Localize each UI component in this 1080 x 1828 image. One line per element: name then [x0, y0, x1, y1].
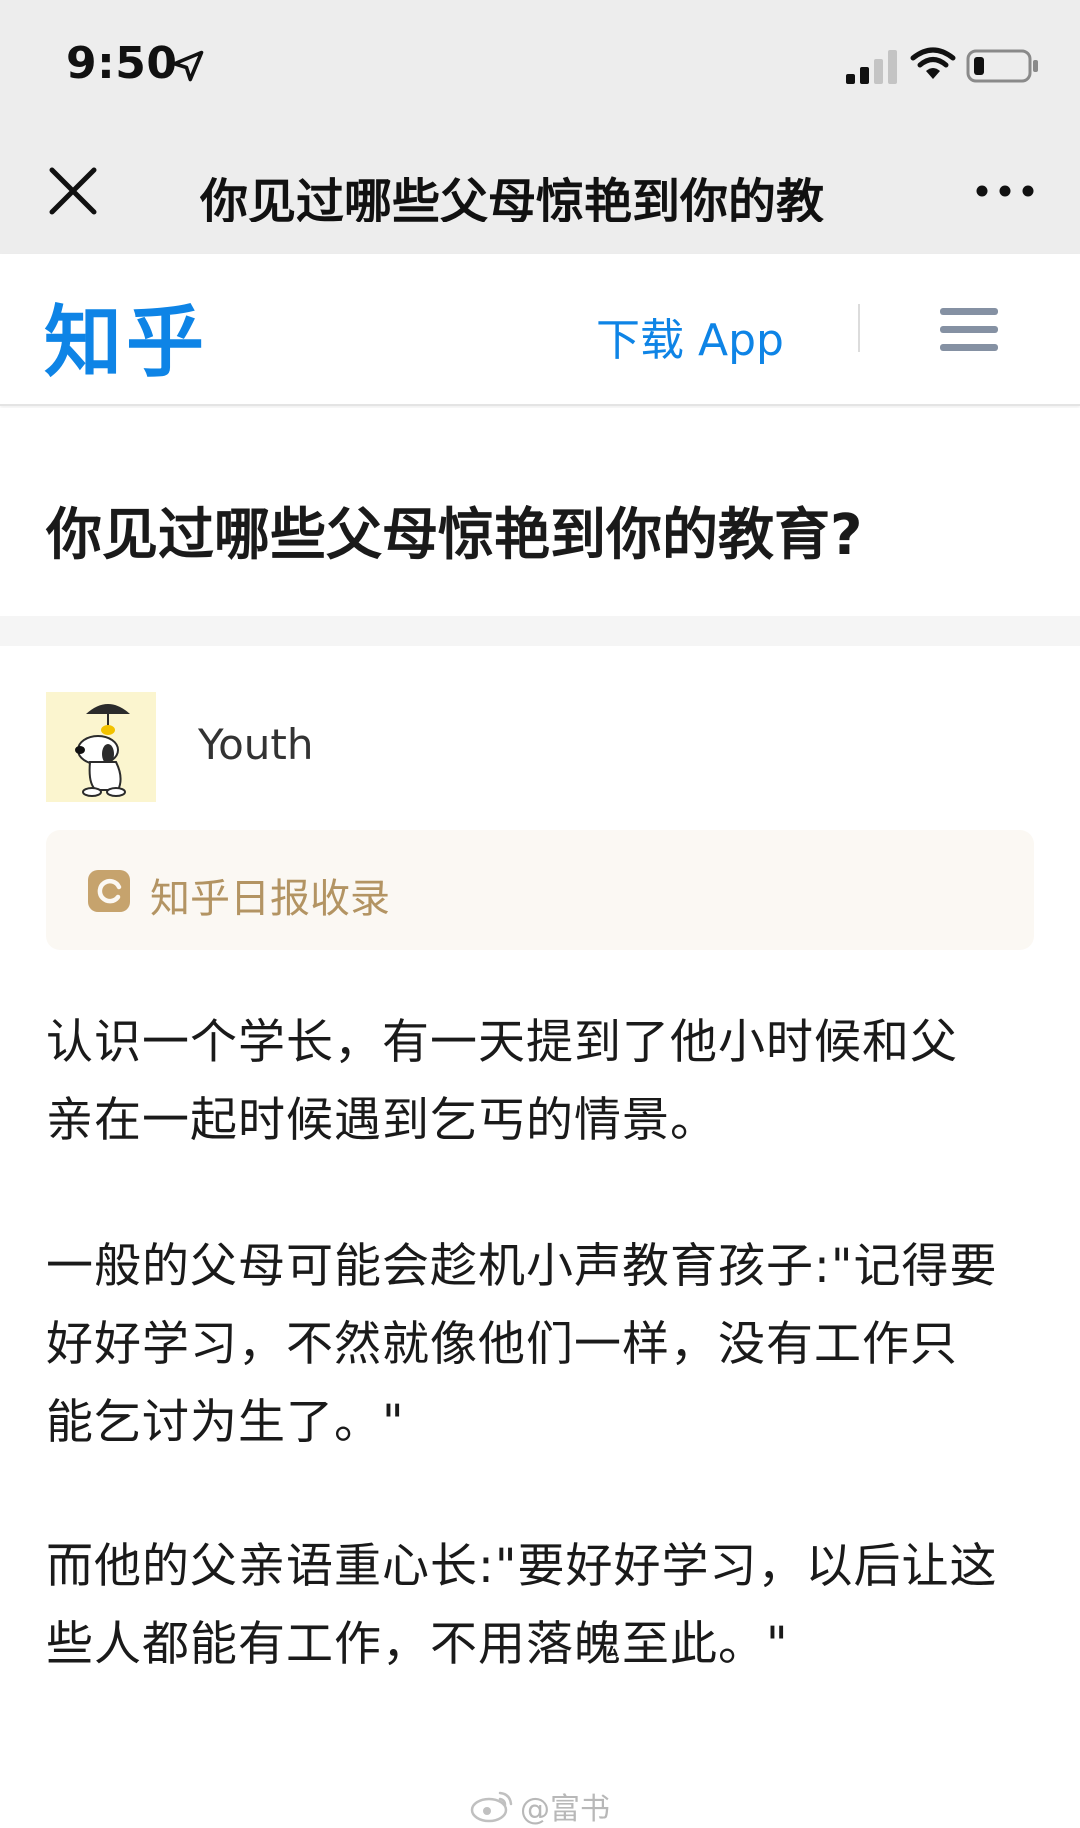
- weibo-watermark: @富书: [470, 1784, 610, 1828]
- paragraph-line: 些人都能有工作，不用落魄至此。": [46, 1617, 789, 1672]
- author-avatar[interactable]: [46, 692, 156, 802]
- paragraph-line: 亲在一起时候遇到乞丐的情景。: [46, 1093, 718, 1148]
- question-title[interactable]: 你见过哪些父母惊艳到你的教育?: [46, 490, 862, 571]
- menu-icon[interactable]: [940, 308, 998, 352]
- status-time: 9:50: [66, 38, 178, 89]
- paragraph-line: 好好学习，不然就像他们一样，没有工作只: [46, 1317, 958, 1372]
- battery-icon: [966, 49, 1038, 83]
- wifi-icon: [910, 47, 956, 79]
- question-section: 你见过哪些父母惊艳到你的教育?: [0, 408, 1080, 616]
- download-app-button[interactable]: 下载 App: [596, 304, 784, 368]
- webview-top-bar: 9:50 你见过哪些父母惊艳到你的教: [0, 0, 1080, 254]
- watermark-text: @富书: [520, 1792, 610, 1827]
- answer-paragraph: 而他的父亲语重心长:"要好好学习，以后让这 些人都能有工作，不用落魄至此。": [46, 1528, 1046, 1684]
- paragraph-line: 而他的父亲语重心长:"要好好学习，以后让这: [46, 1539, 998, 1594]
- location-arrow-icon: [172, 50, 204, 82]
- more-options-icon[interactable]: [974, 176, 1036, 206]
- paragraph-line: 能乞讨为生了。": [46, 1395, 405, 1450]
- paragraph-line: 一般的父母可能会趁机小声教育孩子:"记得要: [46, 1239, 998, 1294]
- webview-title: 你见过哪些父母惊艳到你的教: [200, 174, 825, 222]
- zhihu-daily-icon: [88, 870, 130, 912]
- author-name[interactable]: Youth: [198, 720, 313, 769]
- zhihu-daily-badge[interactable]: 知乎日报收录: [46, 830, 1034, 950]
- snoopy-avatar-icon: [46, 692, 156, 802]
- cellular-signal-icon: [846, 50, 897, 84]
- answer-paragraph: 认识一个学长，有一天提到了他小时候和父 亲在一起时候遇到乞丐的情景。: [46, 1004, 1046, 1160]
- header-divider: [858, 304, 860, 352]
- close-icon[interactable]: [46, 164, 100, 218]
- answer-paragraph: 一般的父母可能会趁机小声教育孩子:"记得要 好好学习，不然就像他们一样，没有工作…: [46, 1228, 1046, 1462]
- zhihu-header: 知乎 下载 App: [0, 254, 1080, 406]
- weibo-icon: [470, 1791, 513, 1823]
- paragraph-line: 认识一个学长，有一天提到了他小时候和父: [46, 1015, 958, 1070]
- zhihu-logo[interactable]: 知乎: [44, 280, 208, 392]
- daily-badge-label: 知乎日报收录: [150, 876, 390, 922]
- section-separator: [0, 616, 1080, 646]
